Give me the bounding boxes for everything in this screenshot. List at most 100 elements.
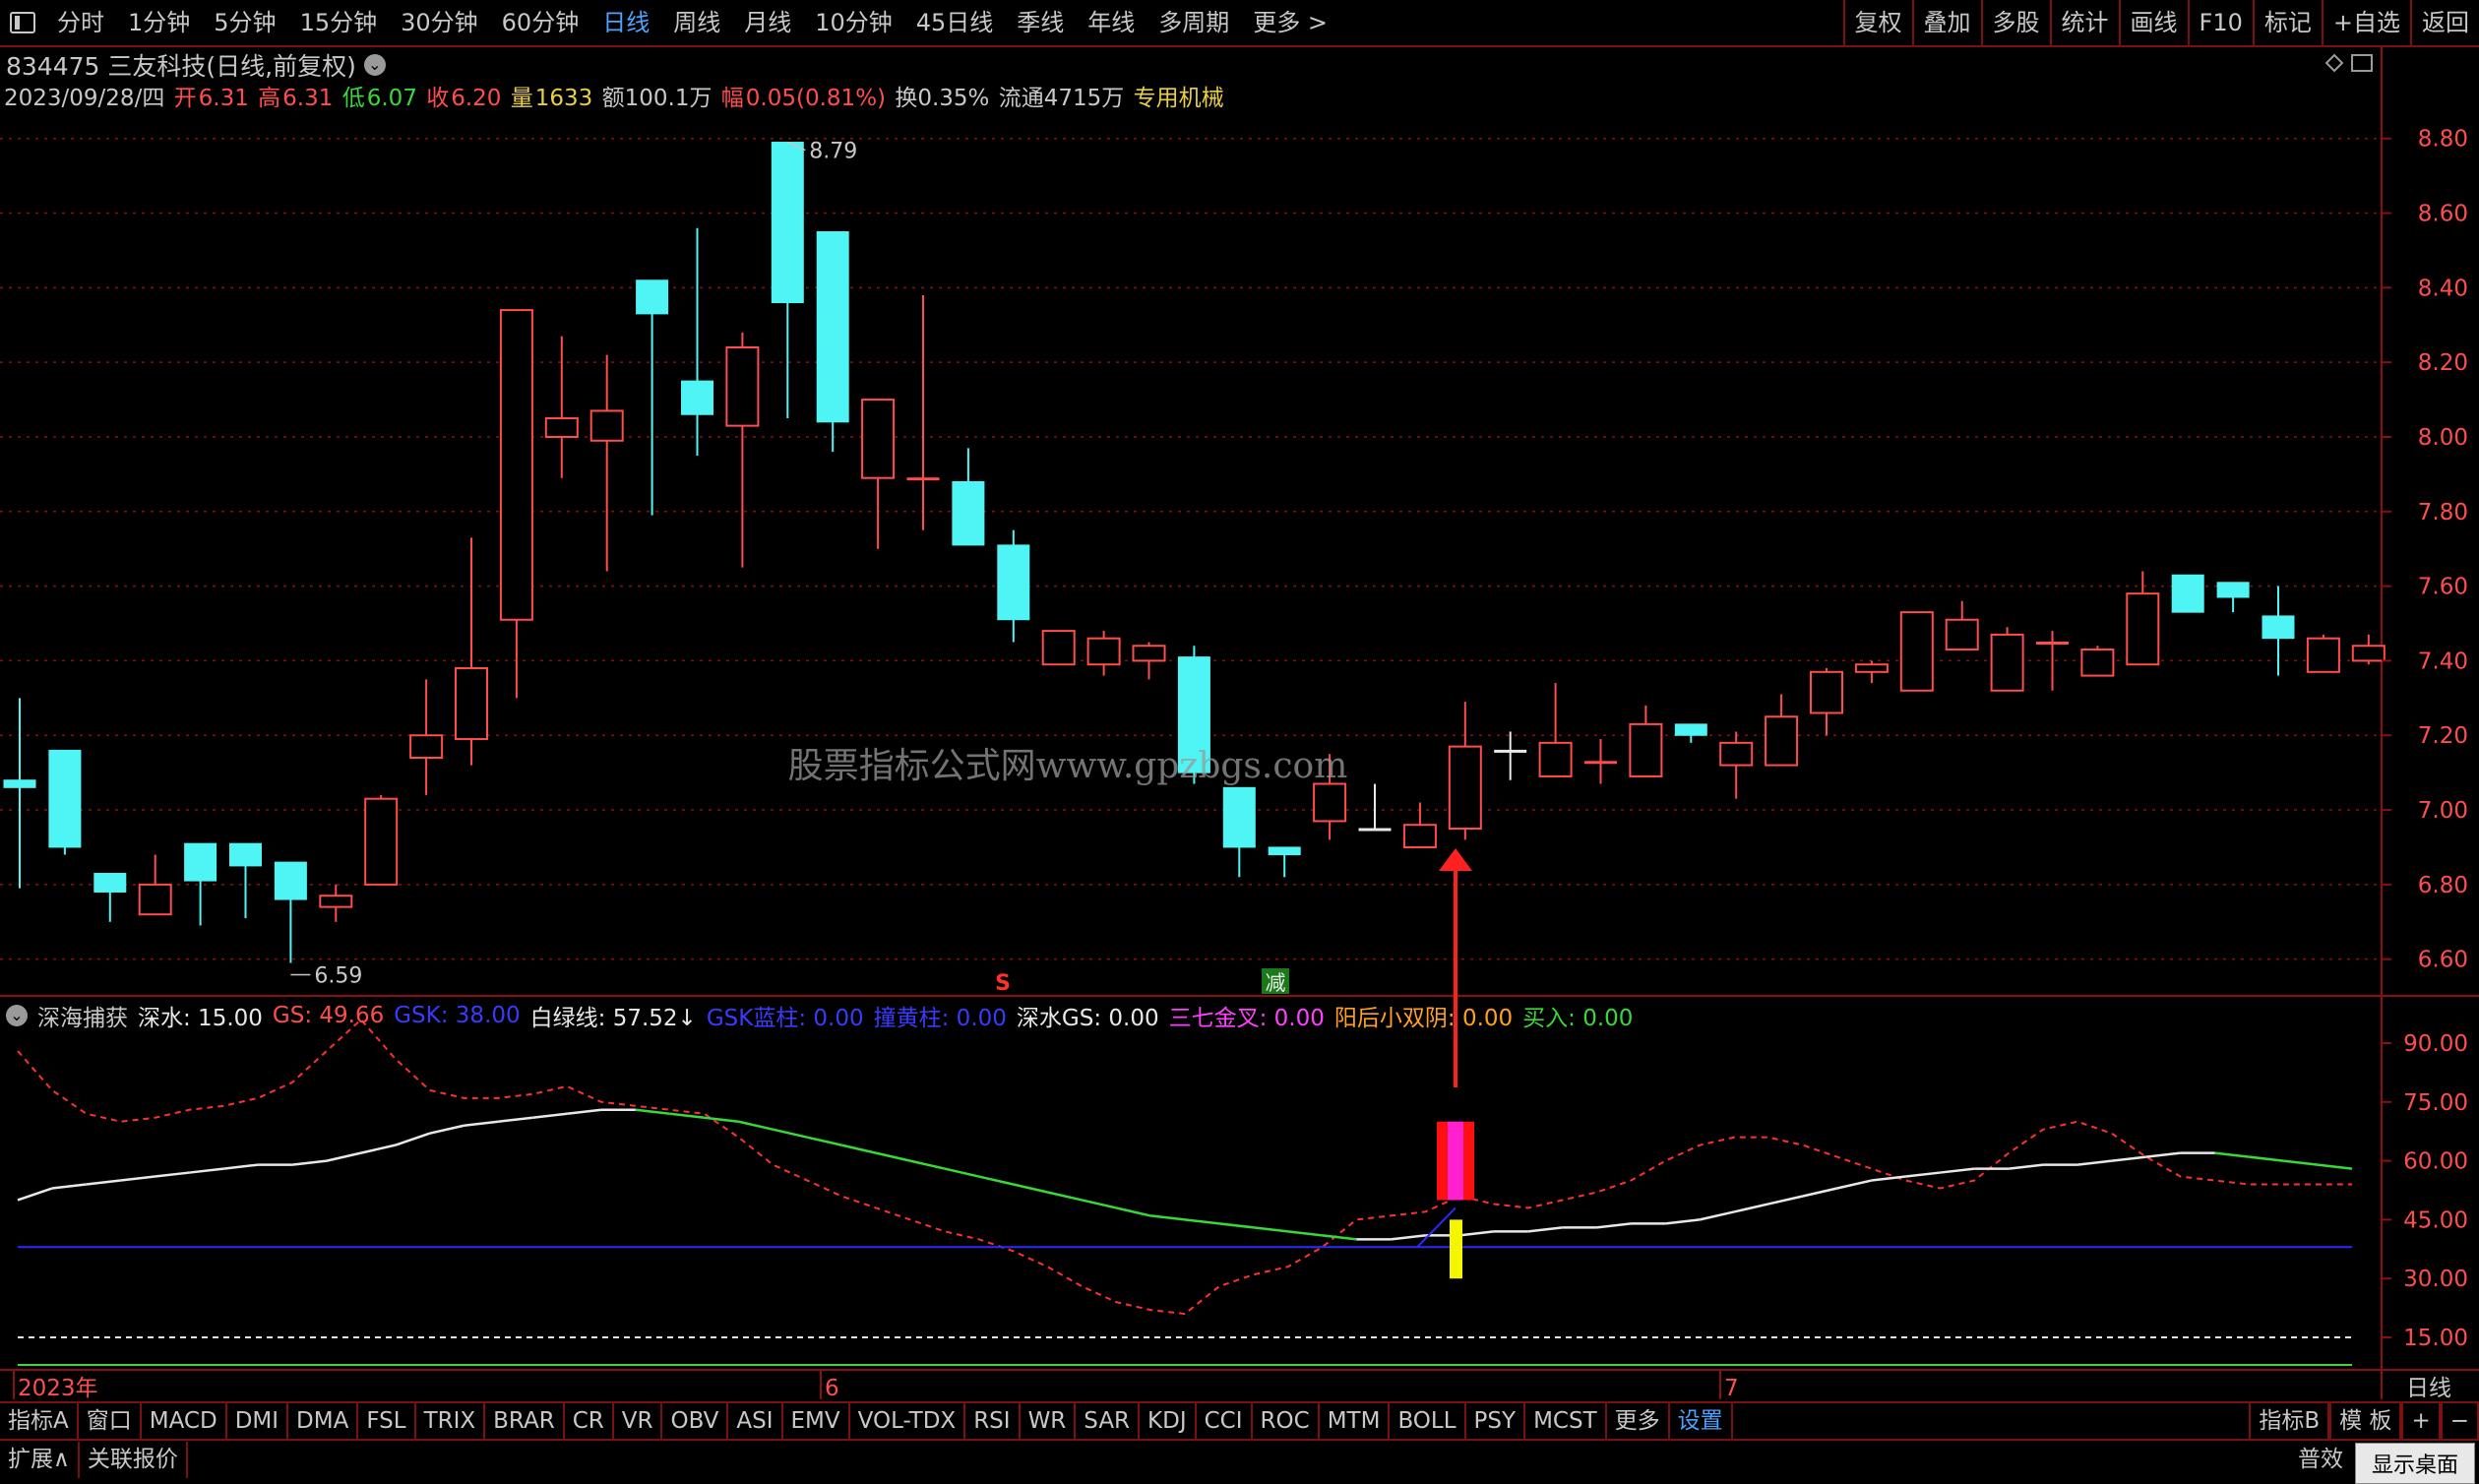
period-tab[interactable]: 更多 >: [1241, 0, 1339, 45]
candle-body: [1674, 723, 1707, 736]
period-tab[interactable]: 日线: [590, 0, 661, 45]
indicator-tab[interactable]: VOL-TDX: [850, 1403, 966, 1439]
indicator-tab[interactable]: RSI: [965, 1403, 1021, 1439]
white-green-segment: [704, 1116, 739, 1123]
show-desktop-button[interactable]: 显示桌面: [2354, 1443, 2475, 1484]
high-label: 高: [258, 86, 281, 111]
period-tab[interactable]: 分时: [45, 0, 116, 45]
period-tab[interactable]: 15分钟: [288, 0, 390, 45]
period-tab[interactable]: 5分钟: [202, 0, 287, 45]
candle-body: [861, 399, 896, 479]
toolbar-button[interactable]: +自选: [2321, 0, 2410, 45]
period-tab[interactable]: 年线: [1076, 0, 1147, 45]
price-tick-label: 6.80: [2418, 873, 2468, 898]
indicator-tab[interactable]: 设置: [1670, 1403, 1733, 1439]
toolbar-button[interactable]: 统计: [2049, 0, 2119, 45]
mairu-value: 买入: 0.00: [1522, 1006, 1634, 1031]
candle-body: [1132, 645, 1166, 662]
white-green-segment: [2145, 1151, 2181, 1158]
indicator-tab[interactable]: MACD: [142, 1403, 227, 1439]
period-tab[interactable]: 多周期: [1147, 0, 1241, 45]
candle: [93, 872, 127, 922]
candle-body: [1402, 824, 1437, 848]
indicator-tab[interactable]: MCST: [1525, 1403, 1607, 1439]
tab-right-button[interactable]: 指标B: [2249, 1403, 2330, 1439]
indicator-tab[interactable]: 更多: [1607, 1403, 1670, 1439]
indicator-tab[interactable]: KDJ: [1140, 1403, 1197, 1439]
period-tab[interactable]: 1分钟: [116, 0, 202, 45]
period-tab[interactable]: 30分钟: [389, 0, 490, 45]
zhuang-huang-value: 撞黄柱: 0.00: [873, 1006, 1007, 1031]
indicator-tab[interactable]: ROC: [1253, 1403, 1320, 1439]
candle-body: [1538, 741, 1573, 777]
indicator-tab[interactable]: SAR: [1076, 1403, 1141, 1439]
indicator-tab[interactable]: OBV: [662, 1403, 729, 1439]
period-tab[interactable]: 月线: [732, 0, 803, 45]
period-tab[interactable]: 季线: [1005, 0, 1076, 45]
indicator-tab[interactable]: CCI: [1197, 1403, 1253, 1439]
chevron-down-icon[interactable]: ⌄: [6, 1005, 28, 1026]
toolbar-button[interactable]: 标记: [2252, 0, 2322, 45]
high-value: 6.31: [282, 86, 334, 111]
white-green-segment: [2076, 1159, 2112, 1166]
candle-body: [589, 409, 624, 442]
white-green-segment: [1115, 1206, 1151, 1217]
related-quote-button[interactable]: 关联报价: [80, 1442, 188, 1478]
indicator-tab[interactable]: BRAR: [485, 1403, 565, 1439]
tab-right-button[interactable]: 模 板: [2329, 1403, 2402, 1439]
candle-body: [1086, 637, 1121, 666]
period-tab[interactable]: 60分钟: [490, 0, 591, 45]
indicator-tab[interactable]: 指标A: [0, 1403, 79, 1439]
indicator-tab[interactable]: TRIX: [416, 1403, 486, 1439]
toolbar-button[interactable]: 多股: [1980, 0, 2050, 45]
candle: [2351, 634, 2386, 665]
period-tab[interactable]: 10分钟: [803, 0, 904, 45]
tab-right-button[interactable]: −: [2440, 1403, 2479, 1439]
industry-value: 专用机械: [1133, 86, 1224, 111]
period-tab[interactable]: 45日线: [904, 0, 1006, 45]
indicator-tab[interactable]: 窗口: [79, 1403, 142, 1439]
indicator-tab[interactable]: WR: [1021, 1403, 1077, 1439]
candle: [455, 537, 488, 766]
white-green-segment: [1253, 1226, 1288, 1233]
candle-body: [1584, 761, 1617, 765]
price-tick-label: 8.20: [2418, 350, 2468, 376]
candle-body: [229, 842, 262, 867]
candle-body: [138, 883, 172, 916]
indicator-tab[interactable]: DMA: [288, 1403, 359, 1439]
indicator-tab[interactable]: DMI: [227, 1403, 289, 1439]
toolbar-button[interactable]: 复权: [1842, 0, 1912, 45]
indicator-tab[interactable]: EMV: [783, 1403, 850, 1439]
bottom-bar: 扩展∧ 关联报价 普效: [0, 1439, 2479, 1479]
candle: [861, 399, 896, 549]
toolbar-button[interactable]: 返回: [2410, 0, 2479, 45]
white-green-segment: [1836, 1179, 1872, 1190]
tab-right-button[interactable]: +: [2401, 1403, 2441, 1439]
candle: [1132, 642, 1166, 680]
indicator-tabs: 指标A 窗口 MACD DMI DMA FSL TRIX BRAR CR VR OBV ASI EMV V…: [0, 1401, 2479, 1439]
indicator-tab[interactable]: PSY: [1466, 1403, 1526, 1439]
toolbar-button[interactable]: F10: [2187, 0, 2253, 45]
indicator-tab[interactable]: VR: [614, 1403, 663, 1439]
gsk-value: GSK: 38.00: [394, 1003, 521, 1028]
indicator-name[interactable]: 深海捕获: [37, 999, 128, 1032]
toolbar-button[interactable]: 画线: [2118, 0, 2188, 45]
white-green-segment: [1218, 1222, 1254, 1229]
price-tick-label: 8.60: [2418, 202, 2468, 227]
expand-button[interactable]: 扩展∧: [0, 1442, 80, 1478]
indicator-tab[interactable]: MTM: [1320, 1403, 1391, 1439]
amount-value: 额100.1万: [601, 86, 713, 111]
candle: [1719, 731, 1754, 799]
toolbar-button[interactable]: 叠加: [1911, 0, 1981, 45]
period-tab[interactable]: 周线: [661, 0, 732, 45]
indicator-tab[interactable]: ASI: [728, 1403, 783, 1439]
chart-canvas[interactable]: 8.80 8.60 8.40 8.20 8.00 7.80 7.60 7.40 7.20 7.00…: [0, 0, 2479, 1477]
indicator-tab[interactable]: CR: [565, 1403, 614, 1439]
indicator-tab[interactable]: BOLL: [1390, 1403, 1466, 1439]
gsk-lan-value: GSK蓝柱: 0.00: [706, 1006, 864, 1031]
chevron-down-icon[interactable]: ⌄: [363, 54, 386, 76]
candle: [1584, 739, 1617, 784]
candle-body: [636, 279, 669, 315]
indicator-tab[interactable]: FSL: [358, 1403, 416, 1439]
panel-toggle-icon[interactable]: [10, 12, 35, 33]
